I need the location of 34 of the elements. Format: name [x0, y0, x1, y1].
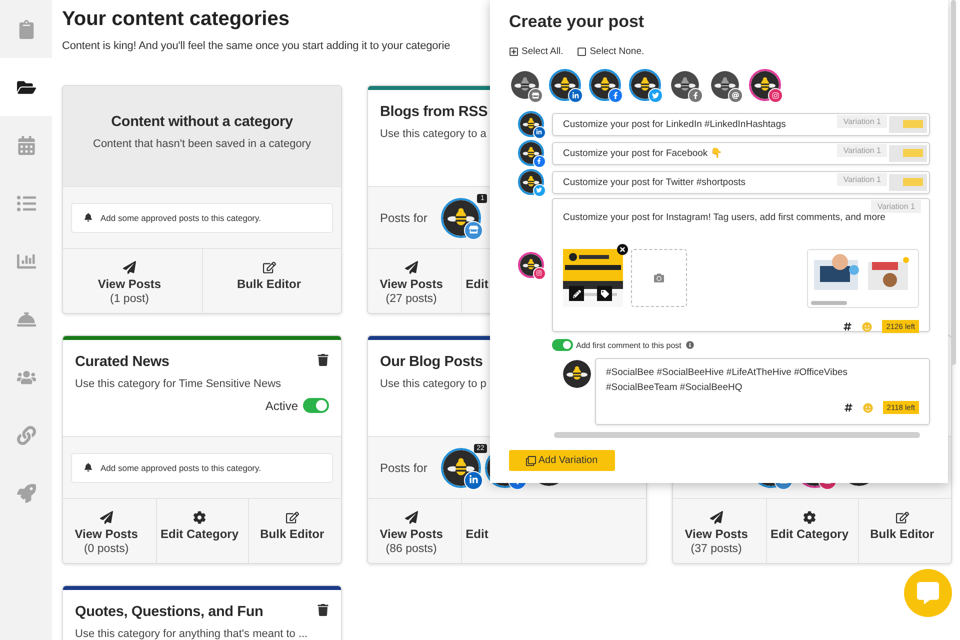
- post-text-field[interactable]: Customize your post for Instagram! Tag users, add first comments, and more: [563, 212, 886, 223]
- select-all-link[interactable]: Select All.: [509, 46, 564, 57]
- page-subtitle: Content is king! And you'll feel the same once you start adding it to your categorie: [62, 40, 450, 52]
- variation-tag: Variation 1: [871, 200, 921, 213]
- variation-tag: Variation 1: [837, 114, 887, 128]
- bulk-editor-button[interactable]: Bulk Editor: [858, 499, 951, 563]
- comment-text-field[interactable]: #SocialBee #SocialBeeHive #LifeAtTheHive #OfficeVibes #SocialBeeTeam #SocialBeeHQ: [606, 365, 919, 395]
- posts-for-label: Posts for: [380, 210, 428, 224]
- variation-tag: Variation 1: [837, 144, 887, 156]
- category-description: Use this category for Time Sensitive News: [75, 378, 282, 390]
- category-title: Content without a category: [111, 114, 293, 130]
- category-title: Blogs from RSS: [380, 104, 488, 120]
- category-description: Use this category to p: [380, 378, 486, 390]
- page-title: Your content categories: [62, 7, 290, 32]
- category-title: Curated News: [75, 354, 170, 370]
- posts-for-label: Posts for: [380, 460, 428, 474]
- add-variation-button[interactable]: Add Variation: [509, 450, 615, 471]
- category-description: Content that hasn't been saved in a category: [93, 138, 311, 150]
- first-comment-label: Add first comment to this post: [576, 340, 682, 350]
- category-title: Quotes, Questions, and Fun: [75, 604, 264, 620]
- post-text-field[interactable]: Customize your post for LinkedIn #LinkedInHashtags Variation 1: [552, 112, 930, 136]
- bulk-editor-button[interactable]: Bulk Editor: [202, 249, 341, 313]
- notice-text: Add some approved posts to this category.: [100, 212, 261, 222]
- bulk-editor-button[interactable]: Bulk Editor: [248, 499, 341, 563]
- variation-tag: Variation 1: [837, 172, 887, 186]
- select-none-link[interactable]: Select None.: [577, 46, 644, 57]
- post-text-field[interactable]: Customize your post for Facebook 👇 Variation 1: [552, 142, 930, 164]
- notice-text: Add some approved posts to this category.: [100, 462, 261, 472]
- category-description: Use this category to a: [380, 128, 486, 140]
- category-title: Our Blog Posts: [380, 354, 483, 370]
- active-label: Active: [265, 398, 298, 412]
- panel-title: Create your post: [509, 12, 646, 32]
- category-description: Use this category for anything that's meant to ...: [75, 628, 308, 640]
- post-text-field[interactable]: Customize your post for Twitter #shortposts Variation 1: [552, 170, 930, 194]
